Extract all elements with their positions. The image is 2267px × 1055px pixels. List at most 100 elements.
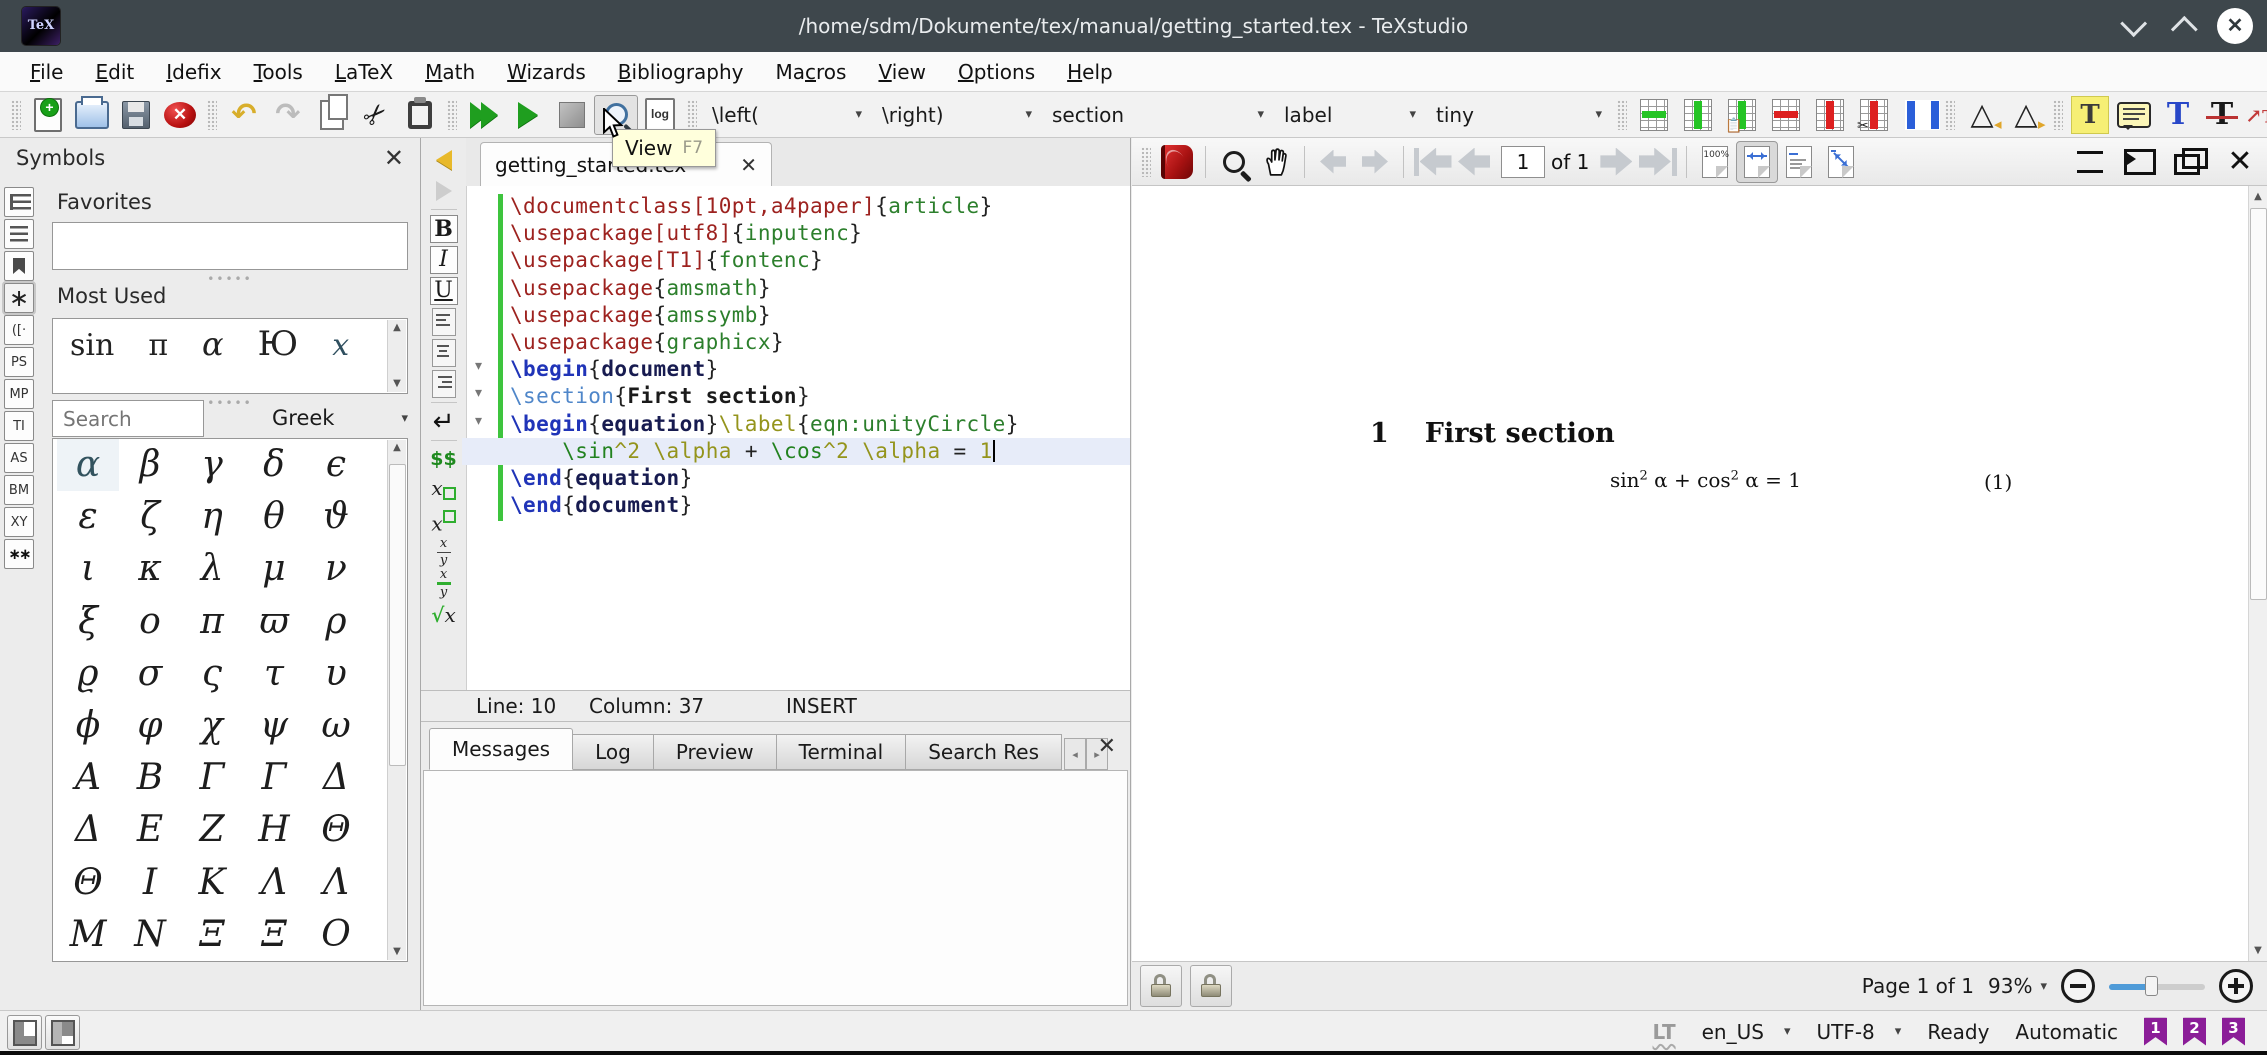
code-line[interactable]: \begin{document}	[503, 356, 1130, 383]
code-line[interactable]: \begin{equation}\label{eqn:unityCircle}	[503, 411, 1130, 438]
menu-help[interactable]: Help	[1053, 56, 1127, 88]
pdf-zoom-indicator[interactable]: 93%	[1988, 974, 2032, 998]
pdf-first-page-button[interactable]	[1411, 141, 1453, 183]
subscript-button[interactable]: x	[427, 475, 461, 506]
build-and-view-button[interactable]	[462, 95, 506, 135]
symbol-grid-scrollbar[interactable]: ▲ ▼	[387, 440, 406, 960]
redo-button[interactable]: ↷	[266, 95, 310, 135]
scroll-up-icon[interactable]: ▲	[388, 440, 406, 456]
zoom-slider[interactable]	[2109, 976, 2205, 996]
left-delimiter-combo[interactable]: \left(▾	[702, 97, 872, 133]
symbol-cell[interactable]: Ξ	[243, 909, 305, 961]
menu-latex[interactable]: LaTeX	[321, 56, 407, 88]
text-strikeout-button[interactable]: T	[2200, 95, 2244, 135]
symbol-cell[interactable]: ζ	[119, 491, 181, 543]
toggle-side-panel-button[interactable]	[45, 1015, 80, 1050]
pdf-page-input[interactable]: 1	[1501, 146, 1545, 178]
bookmark-2-button[interactable]: 2	[2183, 1018, 2206, 1046]
toolbar-grip[interactable]	[687, 100, 697, 130]
fontsize-combo[interactable]: tiny▾	[1426, 97, 1612, 133]
language-selector[interactable]: en_US▾	[1702, 1020, 1791, 1044]
italic-button[interactable]: I	[427, 244, 461, 275]
code-line[interactable]: \usepackage{amssymb}	[503, 302, 1130, 329]
symbol-cell[interactable]: H	[243, 804, 305, 856]
symbol-cell[interactable]: υ	[305, 648, 367, 700]
scrollbar-thumb[interactable]	[2250, 208, 2267, 600]
dfrac-button[interactable]: xy	[427, 568, 461, 599]
symbol-cell[interactable]: I	[119, 857, 181, 909]
menu-wizards[interactable]: Wizards	[493, 56, 600, 88]
compile-button[interactable]	[506, 95, 550, 135]
symbol-cell[interactable]: Z	[181, 804, 243, 856]
fraction-button[interactable]: xy	[427, 537, 461, 568]
pdf-zoom-original-button[interactable]: 100%	[1694, 141, 1736, 183]
symbol-cell[interactable]: Λ	[243, 857, 305, 909]
paste-button[interactable]	[398, 95, 442, 135]
fold-marker-icon[interactable]: ▾	[475, 385, 482, 401]
minimize-button[interactable]	[2127, 17, 2146, 36]
symbol-cell[interactable]: ο	[119, 596, 181, 648]
align-table-columns-button[interactable]	[1896, 95, 1940, 135]
slider-handle[interactable]	[2145, 976, 2158, 996]
symbol-cell[interactable]: Ξ	[181, 909, 243, 961]
align-center-button[interactable]	[427, 337, 461, 368]
cut-table-column-button[interactable]: ✂	[1852, 95, 1896, 135]
paste-table-column-button[interactable]: 📋	[1720, 95, 1764, 135]
scroll-up-icon[interactable]: ▲	[2249, 188, 2267, 206]
code-line[interactable]: \sin^2 \alpha + \cos^2 \alpha = 1	[462, 438, 1130, 465]
symbol-cell[interactable]: O	[305, 909, 367, 961]
pdf-lock-button-1[interactable]	[1140, 965, 1182, 1007]
scroll-down-icon[interactable]: ▼	[2249, 942, 2267, 960]
label-combo[interactable]: label▾	[1274, 97, 1426, 133]
symbol-cell[interactable]: ϵ	[305, 439, 367, 491]
symbol-cell[interactable]: η	[181, 491, 243, 543]
code-line[interactable]: \section{First section}	[503, 383, 1130, 410]
panel-tab-pstricks[interactable]: PS	[4, 347, 34, 377]
pdf-dock-button[interactable]	[2123, 145, 2157, 179]
pdf-close-button[interactable]: ✕	[2223, 145, 2257, 179]
symbol-cell[interactable]: Δ	[57, 804, 119, 856]
panel-tab-search-res[interactable]: Search Res	[906, 734, 1062, 770]
pdf-continuous-button[interactable]	[1778, 141, 1820, 183]
symbol-cell[interactable]: Θ	[305, 804, 367, 856]
code-line[interactable]: \usepackage{graphicx}	[503, 329, 1130, 356]
messages-content[interactable]	[423, 770, 1128, 1006]
languagetool-indicator[interactable]: LT	[1653, 1020, 1676, 1044]
most-used-symbol[interactable]: x	[332, 328, 349, 363]
stop-button[interactable]	[550, 95, 594, 135]
panel-tab-terminal[interactable]: Terminal	[777, 734, 907, 770]
scrollbar-thumb[interactable]	[389, 464, 406, 766]
jump-back-button[interactable]	[427, 144, 461, 175]
toolbar-grip[interactable]	[1617, 100, 1627, 130]
pdf-history-forward-button[interactable]	[1354, 141, 1396, 183]
symbol-cell[interactable]: ϕ	[57, 700, 119, 752]
scroll-tabs-left-icon[interactable]: ◂	[1064, 738, 1086, 770]
pdf-lock-button-2[interactable]	[1190, 965, 1232, 1007]
toolbar-grip[interactable]	[207, 100, 217, 130]
bookmark-3-button[interactable]: 3	[2222, 1018, 2245, 1046]
panel-tab-messages[interactable]: Messages	[429, 728, 573, 770]
panel-tab-metapost[interactable]: MP	[4, 379, 34, 409]
panel-close-icon[interactable]: ✕	[1098, 734, 1116, 759]
symbol-cell[interactable]: Γ	[181, 752, 243, 804]
code-line[interactable]: \documentclass[10pt,a4paper]{article}	[503, 193, 1130, 220]
toolbar-grip[interactable]	[447, 100, 457, 130]
jump-forward-button[interactable]	[427, 175, 461, 206]
symbol-cell[interactable]: β	[119, 439, 181, 491]
fold-marker-icon[interactable]: ▾	[475, 413, 482, 429]
panel-tab-brackets[interactable]: ([·	[4, 315, 34, 345]
menu-file[interactable]: File	[16, 56, 77, 88]
pdf-last-page-button[interactable]	[1637, 141, 1679, 183]
bold-button[interactable]: B	[427, 213, 461, 244]
code-line[interactable]: \usepackage[T1]{fontenc}	[503, 247, 1130, 274]
symbols-close-icon[interactable]: ✕	[384, 144, 404, 172]
symbol-cell[interactable]: π	[181, 596, 243, 648]
symbol-cell[interactable]: λ	[181, 543, 243, 595]
symbol-cell[interactable]: ϑ	[305, 491, 367, 543]
symbol-cell[interactable]: κ	[119, 543, 181, 595]
panel-tab-bookmarks[interactable]	[4, 251, 34, 281]
next-mark-button[interactable]: △▸	[2004, 95, 2048, 135]
underline-button[interactable]: U	[427, 275, 461, 306]
symbol-cell[interactable]: N	[119, 909, 181, 961]
code-lines[interactable]: \documentclass[10pt,a4paper]{article} \us…	[503, 193, 1130, 519]
